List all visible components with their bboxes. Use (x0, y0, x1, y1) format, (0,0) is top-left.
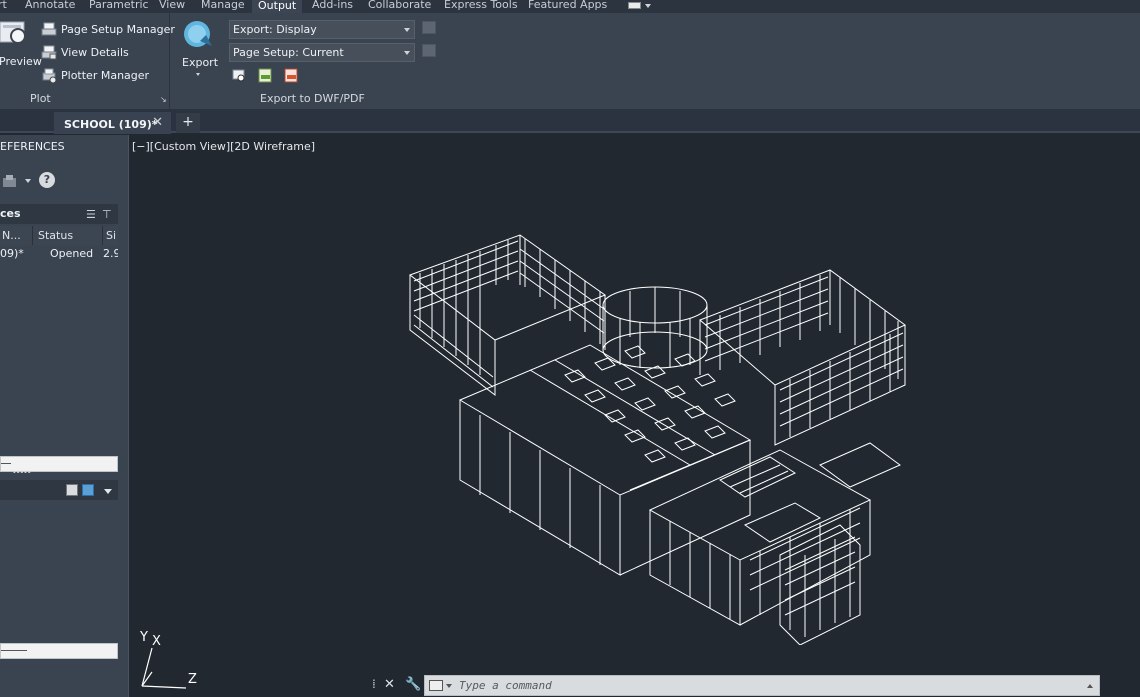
file-tab-label: SCHOOL (109)* (64, 118, 158, 131)
view-details-label: View Details (61, 46, 129, 59)
view-details-button[interactable]: View Details (41, 45, 129, 60)
column-status-label: Status (38, 229, 74, 242)
plot-panel-title: Plot (30, 92, 51, 105)
tab-insert[interactable]: rt (0, 0, 7, 11)
dialog-launcher-icon[interactable]: ↘ (160, 95, 167, 104)
ucs-y-label: Y (140, 630, 148, 645)
file-tab-bar: SCHOOL (109)* ✕ + (0, 109, 1140, 134)
file-references-header: ces ☰ ⊤ (0, 204, 118, 224)
chevron-down-icon[interactable] (25, 179, 31, 183)
references-table-header: N... Status Si (0, 226, 118, 245)
export-options-icon[interactable] (422, 21, 436, 34)
export-dwfx-icon[interactable] (258, 68, 273, 83)
list-view-icon[interactable]: ☰ (86, 208, 96, 221)
page-setup-override-icon[interactable] (422, 44, 436, 57)
tab-annotate[interactable]: Annotate (25, 0, 75, 11)
chevron-down-icon[interactable] (645, 4, 651, 8)
preview-bar (0, 643, 118, 659)
row-name: 09)* (0, 247, 24, 260)
export-display-value: Export: Display (233, 23, 317, 36)
preview-label: Preview (0, 55, 42, 68)
preview-button[interactable]: Preview (0, 17, 42, 72)
help-icon[interactable]: ? (39, 172, 55, 188)
export-label: Export (182, 56, 219, 69)
preview-export-icon[interactable] (232, 68, 247, 82)
file-tab-school[interactable]: SCHOOL (109)* ✕ (54, 112, 171, 134)
export-icon (182, 19, 214, 55)
view-details-icon (41, 45, 57, 60)
plotter-manager-button[interactable]: Plotter Manager (41, 68, 150, 84)
command-line: ⁞ ✕ 🔧 Type a command (372, 674, 1100, 697)
tab-add-ins[interactable]: Add-ins (312, 0, 353, 11)
chevron-down-icon (404, 28, 410, 32)
command-grip[interactable]: ⁞ (372, 677, 376, 691)
splitter-line (1, 463, 11, 464)
export-pdf-icon[interactable] (284, 68, 299, 83)
tab-collaborate[interactable]: Collaborate (368, 0, 431, 11)
ribbon-tab-bar: rt Annotate Parametric View Manage Outpu… (0, 0, 1140, 14)
preview-bar-line (1, 650, 27, 651)
chevron-down-icon (404, 51, 410, 55)
attach-dwg-icon[interactable] (2, 173, 18, 187)
new-tab-button[interactable]: + (176, 113, 200, 133)
drawing-viewport[interactable]: [−][Custom View][2D Wireframe] Y X Z (130, 135, 1140, 697)
page-setup-manager-label: Page Setup Manager (61, 23, 175, 36)
preview-icon (0, 19, 30, 48)
export-caret-icon (196, 73, 200, 76)
ribbon: Preview Page Setup Manager View Details … (0, 13, 1140, 109)
tab-view[interactable]: View (159, 0, 185, 11)
chevron-down-icon[interactable] (446, 684, 452, 688)
external-references-palette: EFERENCES ? ces ☰ ⊤ N... Status Si 09)* (0, 135, 129, 697)
workspace-toggle-icon[interactable] (628, 2, 641, 9)
column-name-label: N... (2, 229, 21, 242)
tab-manage[interactable]: Manage (201, 0, 245, 11)
export-button[interactable]: Export (181, 19, 219, 81)
tab-featured-apps[interactable]: Featured Apps (528, 0, 607, 11)
palette-title: EFERENCES (0, 140, 65, 153)
chevron-down-icon[interactable] (104, 489, 112, 494)
chevron-up-icon[interactable] (1087, 684, 1093, 688)
export-display-dropdown[interactable]: Export: Display (229, 20, 415, 39)
autocad-window: rt Annotate Parametric View Manage Outpu… (0, 0, 1140, 697)
close-icon[interactable]: ✕ (384, 677, 395, 692)
export-panel: Export Export: Display Page Setup: Curre… (171, 13, 456, 109)
row-size: 2.9 (103, 247, 118, 260)
export-panel-title: Export to DWF/PDF (260, 92, 365, 105)
viewport-controls-label[interactable]: [−][Custom View][2D Wireframe] (132, 140, 315, 153)
ucs-z-label: Z (188, 672, 197, 687)
command-placeholder: Type a command (459, 679, 552, 692)
preview-view-icon[interactable] (82, 484, 94, 496)
tab-parametric[interactable]: Parametric (89, 0, 149, 11)
row-status: Opened (50, 247, 94, 260)
details-header (0, 480, 118, 500)
command-input[interactable]: Type a command (424, 675, 1100, 696)
column-header-size[interactable]: Si (106, 229, 118, 242)
plotter-manager-icon (41, 68, 57, 84)
tree-view-icon[interactable]: ⊤ (102, 208, 112, 221)
splitter-grip[interactable]: ••••• (12, 468, 32, 477)
column-divider (102, 226, 103, 245)
details-view-icon[interactable] (66, 484, 78, 496)
plotter-manager-label: Plotter Manager (61, 69, 150, 82)
page-setup-value: Page Setup: Current (233, 46, 344, 59)
page-setup-manager-button[interactable]: Page Setup Manager (41, 22, 175, 37)
plot-panel: Preview Page Setup Manager View Details … (0, 13, 175, 109)
wrench-icon[interactable]: 🔧 (405, 677, 421, 692)
column-header-name[interactable]: N... (2, 229, 32, 242)
building-wireframe-model (408, 234, 906, 645)
ucs-x-label: X (152, 634, 161, 649)
table-row[interactable]: 09)* Opened 2.9 (0, 245, 118, 263)
column-divider (32, 226, 33, 245)
command-history-icon[interactable] (429, 680, 443, 691)
close-icon[interactable]: ✕ (152, 115, 163, 130)
tab-express-tools[interactable]: Express Tools (444, 0, 518, 11)
tab-output[interactable]: Output (252, 0, 303, 14)
page-setup-icon (41, 22, 57, 37)
ucs-icon: Y X Z (138, 630, 202, 690)
column-header-status[interactable]: Status (38, 229, 98, 242)
file-references-title: ces (0, 207, 21, 220)
column-size-label: Si (106, 229, 117, 242)
page-setup-dropdown[interactable]: Page Setup: Current (229, 43, 415, 62)
